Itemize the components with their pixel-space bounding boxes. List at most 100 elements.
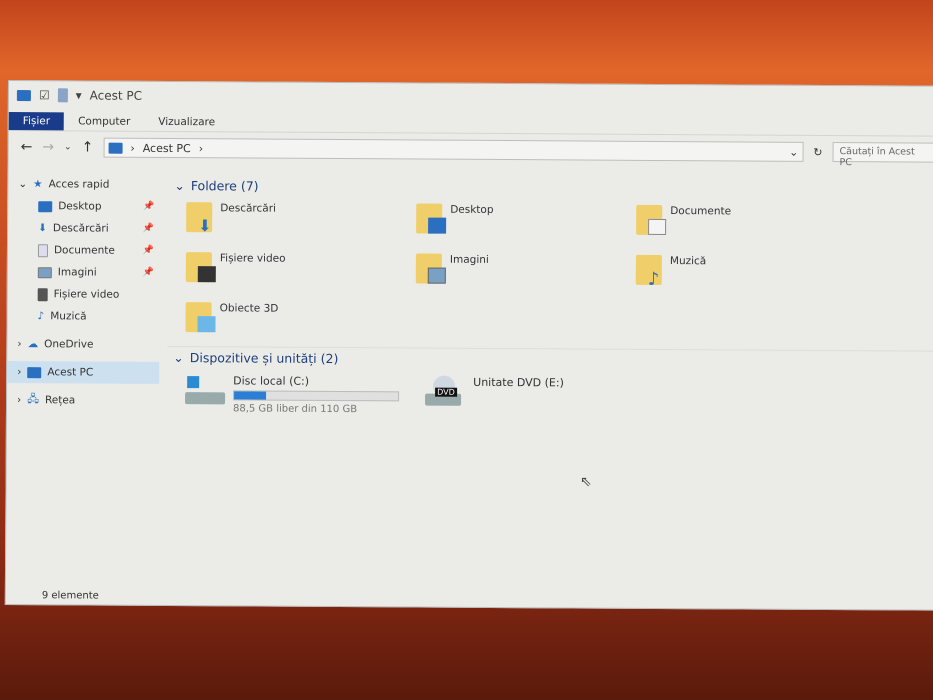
label: Obiecte 3D: [219, 302, 279, 315]
documents-folder-icon: [636, 204, 667, 236]
collapse-icon[interactable]: ⌄: [173, 350, 184, 365]
folders-grid: ⬇ Descărcări Desktop Documente Fișiere vi…: [167, 196, 933, 351]
customize-toolbar-icon[interactable]: ▾: [76, 88, 82, 102]
label: Descărcări: [220, 202, 277, 215]
computer-icon: [27, 366, 42, 378]
refresh-button[interactable]: ↻: [813, 145, 822, 158]
sidebar-item-desktop[interactable]: Desktop 📌: [8, 195, 160, 218]
label: Documente: [53, 244, 115, 257]
file-explorer-window: ☑ ▾ Acest PC Fișier Computer Vizualizare…: [4, 80, 933, 611]
breadcrumb-separator: ›: [130, 141, 135, 155]
folder-pictures[interactable]: Imagini: [415, 247, 636, 298]
sidebar-item-quick-access[interactable]: ⌄ ★ Acces rapid: [8, 173, 160, 196]
drive-label: Disc local (C:): [233, 374, 310, 388]
sidebar-item-network[interactable]: › 🖧 Rețea: [7, 389, 159, 412]
pin-icon: 📌: [142, 201, 155, 212]
document-icon: [37, 243, 49, 257]
forward-button[interactable]: →: [42, 139, 54, 155]
label: Dispozitive și unități (2): [189, 350, 339, 367]
label: OneDrive: [44, 338, 94, 351]
search-input[interactable]: Căutați în Acest PC: [832, 142, 933, 168]
back-button[interactable]: ←: [21, 139, 33, 155]
address-dropdown-icon[interactable]: ⌄: [789, 145, 802, 158]
drive-c[interactable]: Disc local (C:) 88,5 GB liber din 110 GB: [185, 374, 415, 415]
sidebar-item-this-pc[interactable]: › Acest PC: [7, 361, 160, 384]
label: Muzică: [50, 310, 87, 323]
disk-usage-bar: [233, 390, 400, 402]
star-icon: ★: [33, 178, 43, 191]
network-icon: 🖧: [27, 393, 40, 406]
navigation-bar: ← → ⌄ ↑ › Acest PC › ⌄ ↻ Căutați în Aces…: [8, 131, 933, 169]
cloud-icon: ☁: [27, 338, 39, 351]
address-bar[interactable]: › Acest PC › ⌄: [103, 137, 804, 162]
sidebar-item-documents[interactable]: Documente 📌: [8, 239, 160, 262]
label: Rețea: [44, 394, 76, 407]
folder-documents[interactable]: Documente: [636, 199, 856, 250]
desktop-icon: [38, 200, 53, 212]
label: Foldere (7): [190, 177, 259, 194]
sidebar-item-downloads[interactable]: ⬇ Descărcări 📌: [8, 217, 160, 240]
sidebar-item-music[interactable]: ♪ Muzică: [7, 305, 159, 328]
label: Imagini: [449, 253, 489, 266]
pin-icon: 📌: [142, 245, 154, 256]
window-title: Acest PC: [89, 88, 143, 103]
folder-3d-objects[interactable]: Obiecte 3D: [185, 296, 415, 347]
drive-label: Unitate DVD (E:): [473, 375, 564, 390]
computer-icon: [108, 142, 123, 154]
pictures-folder-icon: [415, 253, 446, 284]
label: Muzică: [669, 255, 707, 268]
collapse-icon[interactable]: ⌄: [174, 178, 185, 193]
label: Descărcări: [52, 222, 109, 235]
recent-locations-button[interactable]: ⌄: [64, 142, 72, 152]
expand-icon[interactable]: ›: [17, 394, 21, 406]
tab-file[interactable]: Fișier: [8, 112, 65, 131]
3d-objects-folder-icon: [185, 302, 216, 333]
label: Fișiere video: [219, 252, 286, 265]
tab-computer[interactable]: Computer: [64, 112, 144, 130]
music-icon: ♪: [37, 310, 45, 323]
windows-drive-icon: [185, 374, 226, 406]
folder-downloads[interactable]: ⬇ Descărcări: [186, 196, 416, 247]
download-icon: ⬇: [38, 222, 47, 235]
label: Acces rapid: [48, 178, 110, 191]
breadcrumb-acest-pc[interactable]: Acest PC: [143, 141, 191, 154]
navigation-pane: ⌄ ★ Acces rapid Desktop 📌 ⬇ Descărcări 📌 Docu…: [6, 173, 161, 585]
desktop-folder-icon: [416, 203, 447, 234]
properties-icon[interactable]: ☑: [39, 88, 50, 102]
dvd-drive-icon: DVD: [425, 375, 465, 408]
music-folder-icon: ♪: [635, 254, 662, 290]
pin-icon: 📌: [142, 267, 154, 278]
pictures-icon: [37, 266, 52, 278]
folder-videos[interactable]: Fișiere video: [185, 246, 416, 297]
sidebar-item-pictures[interactable]: Imagini 📌: [8, 261, 160, 284]
breadcrumb-separator: ›: [198, 141, 204, 155]
folder-desktop[interactable]: Desktop: [416, 197, 636, 248]
videos-folder-icon: [185, 252, 216, 283]
folder-music[interactable]: ♪ Muzică: [635, 249, 856, 300]
label: Fișiere video: [53, 288, 120, 301]
label: Desktop: [450, 203, 494, 216]
new-folder-icon[interactable]: [57, 88, 68, 103]
status-bar-count: 9 elemente: [41, 590, 99, 602]
sidebar-item-videos[interactable]: Fișiere video: [8, 283, 160, 306]
label: Desktop: [58, 200, 102, 213]
label: Imagini: [57, 266, 97, 279]
drives-list: Disc local (C:) 88,5 GB liber din 110 GB…: [167, 368, 933, 419]
downloads-folder-icon: ⬇: [186, 202, 213, 235]
sidebar-item-onedrive[interactable]: › ☁ OneDrive: [7, 333, 159, 356]
drive-free-space: 88,5 GB liber din 110 GB: [232, 403, 358, 416]
expand-icon[interactable]: ⌄: [18, 178, 27, 190]
disk-usage-fill: [234, 391, 267, 400]
up-button[interactable]: ↑: [82, 139, 94, 155]
dvd-badge: DVD: [435, 387, 457, 397]
content-pane: ⌄ Foldere (7) ⬇ Descărcări Desktop Documen…: [166, 174, 933, 590]
tab-view[interactable]: Vizualizare: [144, 113, 229, 132]
video-icon: [37, 287, 48, 301]
drive-dvd[interactable]: DVD Unitate DVD (E:): [425, 375, 564, 417]
mouse-cursor-icon: ⇖: [580, 474, 592, 490]
label: Acest PC: [47, 366, 94, 379]
label: Documente: [670, 205, 732, 218]
expand-icon[interactable]: ›: [17, 338, 21, 350]
expand-icon[interactable]: ›: [17, 366, 21, 378]
computer-icon: [16, 89, 31, 101]
